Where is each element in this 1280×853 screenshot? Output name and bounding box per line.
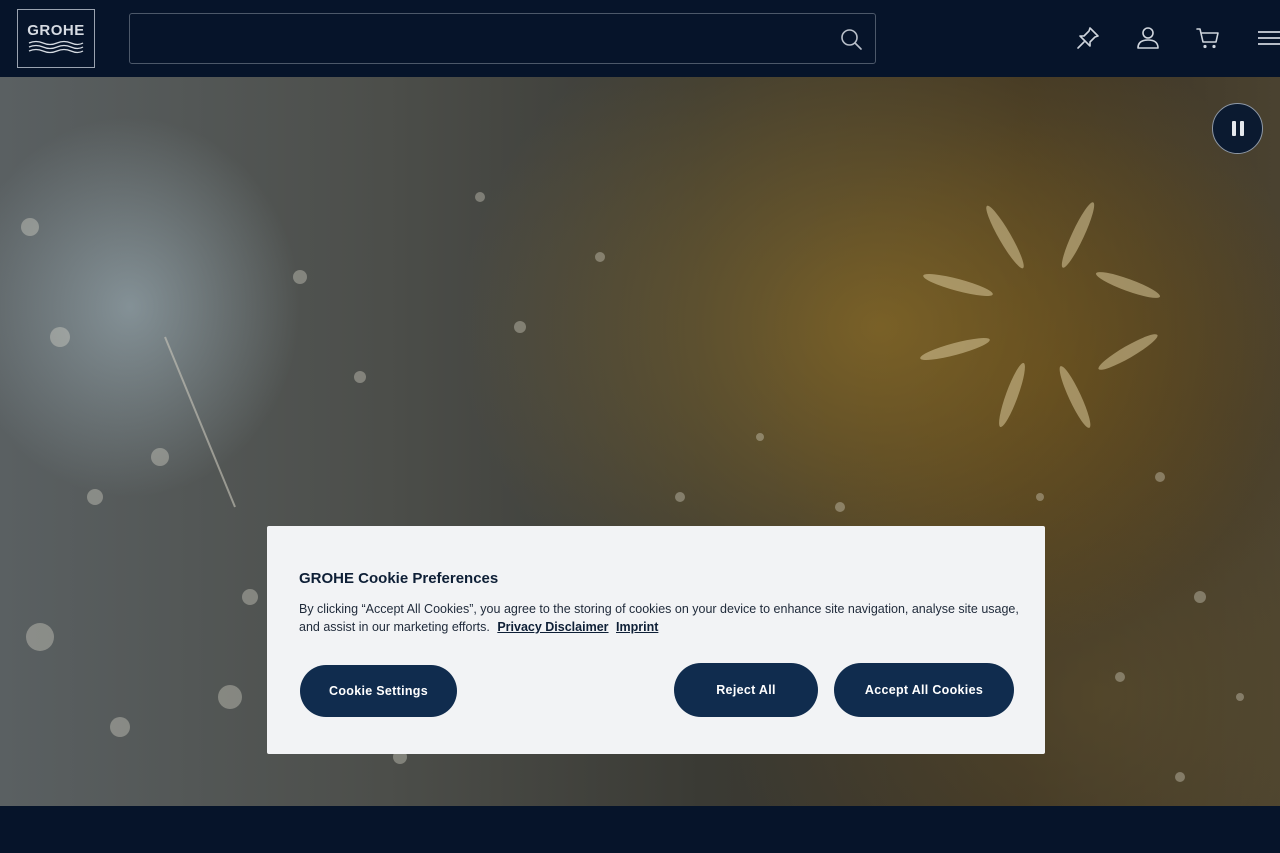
- user-icon[interactable]: [1135, 25, 1161, 51]
- search-icon[interactable]: [839, 27, 863, 51]
- pause-button[interactable]: [1212, 103, 1263, 154]
- cookie-dialog-text: By clicking “Accept All Cookies”, you ag…: [299, 600, 1019, 636]
- cart-icon[interactable]: [1195, 25, 1221, 51]
- pause-icon: [1231, 121, 1236, 136]
- menu-icon[interactable]: [1255, 25, 1280, 51]
- cookie-settings-button[interactable]: Cookie Settings: [300, 665, 457, 717]
- logo-waves-icon: [28, 40, 84, 54]
- accept-all-cookies-button[interactable]: Accept All Cookies: [834, 663, 1014, 717]
- pause-icon-bar: [1239, 121, 1244, 136]
- imprint-link[interactable]: Imprint: [616, 620, 658, 634]
- pin-icon[interactable]: [1075, 25, 1101, 51]
- cookie-description: By clicking “Accept All Cookies”, you ag…: [299, 602, 1019, 634]
- page-footer-band: [0, 806, 1280, 853]
- reject-all-button[interactable]: Reject All: [674, 663, 818, 717]
- search-box[interactable]: [129, 13, 876, 64]
- privacy-disclaimer-link[interactable]: Privacy Disclaimer: [497, 620, 608, 634]
- logo-text: GROHE: [27, 22, 85, 39]
- cookie-preferences-dialog: GROHE Cookie Preferences By clicking “Ac…: [267, 526, 1045, 754]
- search-input[interactable]: [130, 14, 830, 63]
- grohe-logo[interactable]: GROHE: [17, 9, 95, 68]
- site-header: GROHE: [0, 0, 1280, 77]
- cookie-dialog-title: GROHE Cookie Preferences: [299, 570, 499, 587]
